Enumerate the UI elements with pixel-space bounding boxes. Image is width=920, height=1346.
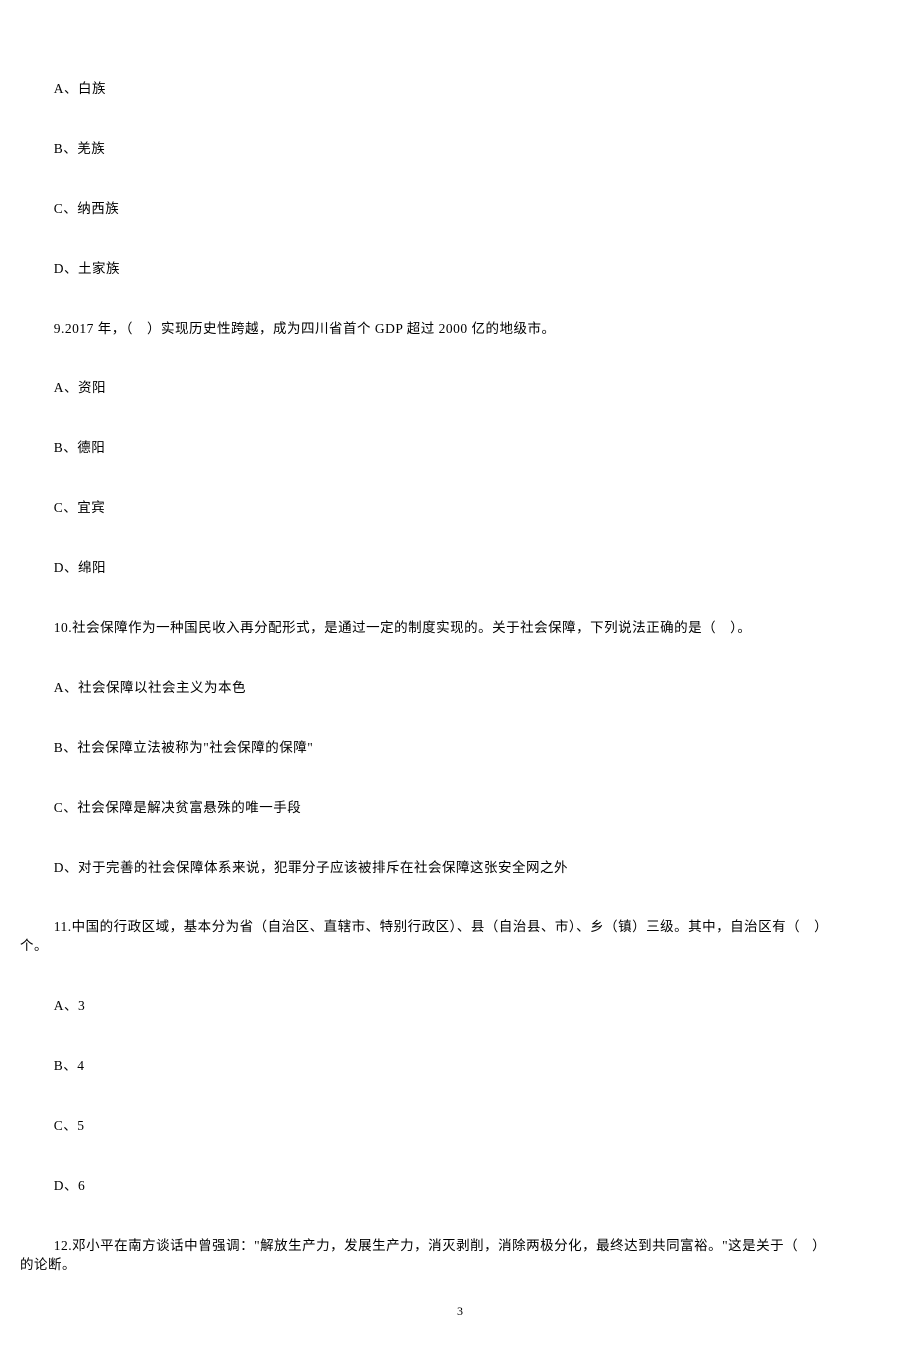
q11-stem-line2: 个。 [20, 937, 900, 956]
q11-option-b: B、4 [20, 1057, 900, 1076]
q8-option-a: A、白族 [20, 80, 900, 99]
q11-stem-line1: 11.中国的行政区域，基本分为省（自治区、直辖市、特别行政区）、县（自治县、市）… [20, 918, 900, 937]
document-page: A、白族 B、羌族 C、纳西族 D、土家族 9.2017 年，（ ）实现历史性跨… [0, 0, 920, 1346]
q11-option-c: C、5 [20, 1117, 900, 1136]
q8-option-b: B、羌族 [20, 140, 900, 159]
q10-option-d: D、对于完善的社会保障体系来说，犯罪分子应该被排斥在社会保障这张安全网之外 [20, 859, 900, 878]
q12-stem: 12.邓小平在南方谈话中曾强调："解放生产力，发展生产力，消灭剥削，消除两极分化… [20, 1237, 900, 1275]
q9-option-a: A、资阳 [20, 379, 900, 398]
q9-option-b: B、德阳 [20, 439, 900, 458]
q9-option-d: D、绵阳 [20, 559, 900, 578]
q10-option-c: C、社会保障是解决贫富悬殊的唯一手段 [20, 799, 900, 818]
q8-option-c: C、纳西族 [20, 200, 900, 219]
q10-option-a: A、社会保障以社会主义为本色 [20, 679, 900, 698]
q12-stem-line2: 的论断。 [20, 1256, 900, 1275]
q8-option-d: D、土家族 [20, 260, 900, 279]
q9-option-c: C、宜宾 [20, 499, 900, 518]
q11-stem: 11.中国的行政区域，基本分为省（自治区、直辖市、特别行政区）、县（自治县、市）… [20, 918, 900, 956]
q10-stem: 10.社会保障作为一种国民收入再分配形式，是通过一定的制度实现的。关于社会保障，… [20, 619, 900, 638]
q10-option-b: B、社会保障立法被称为"社会保障的保障" [20, 739, 900, 758]
q11-option-a: A、3 [20, 997, 900, 1016]
q11-option-d: D、6 [20, 1177, 900, 1196]
q9-stem: 9.2017 年，（ ）实现历史性跨越，成为四川省首个 GDP 超过 2000 … [20, 320, 900, 339]
q12-stem-line1: 12.邓小平在南方谈话中曾强调："解放生产力，发展生产力，消灭剥削，消除两极分化… [20, 1237, 900, 1256]
page-number: 3 [0, 1303, 920, 1320]
